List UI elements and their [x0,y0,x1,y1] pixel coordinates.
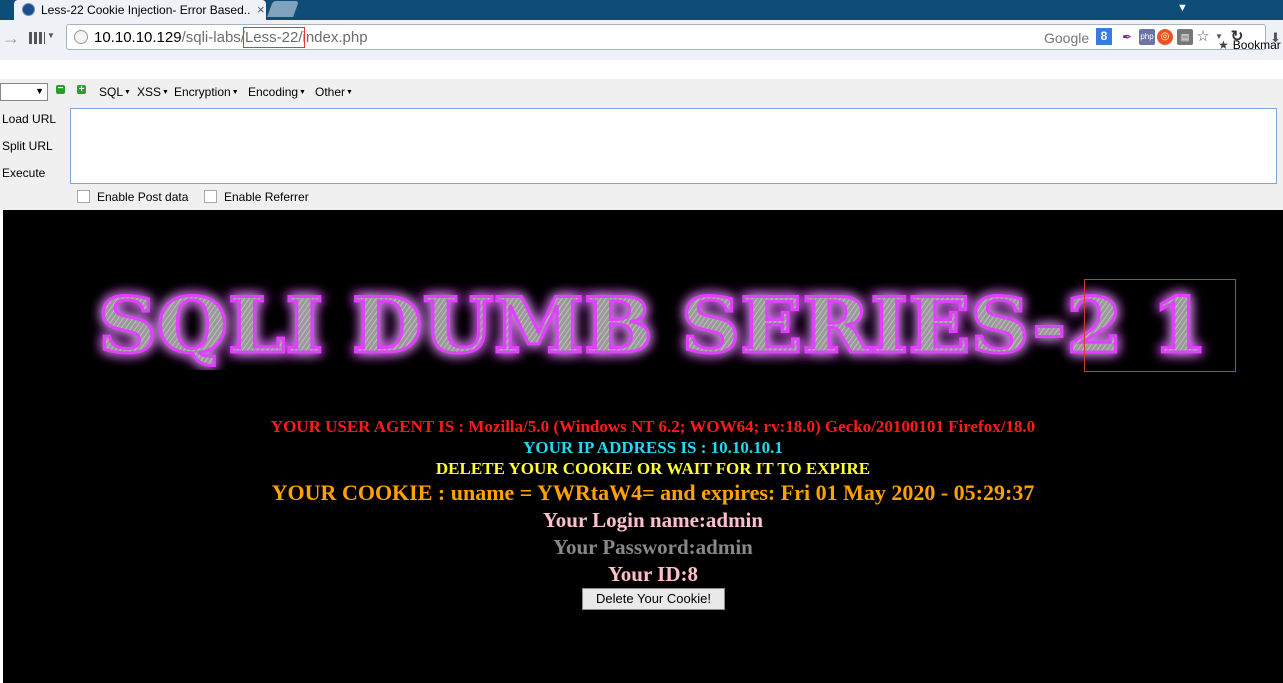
globe-icon [74,30,88,44]
navigation-bar: → ▼ 10.10.10.129/sqli-labs/Less-22/index… [0,20,1283,60]
url-host: 10.10.10.129 [94,29,182,46]
google-icon[interactable]: 8 [1096,28,1112,45]
hackbar-url-textarea[interactable] [70,108,1277,184]
star-icon[interactable]: ☆ [1195,29,1211,45]
split-url-button[interactable]: Split URL [2,139,53,153]
hackbar-select[interactable]: ▼ [0,83,48,101]
tab-active[interactable]: Less-22 Cookie Injection- Error Based...… [14,0,266,20]
banner-text: SQLI DUMB SERIES-2 1 [98,281,1208,370]
tab-strip: Less-22 Cookie Injection- Error Based...… [0,0,1283,20]
tab-title: Less-22 Cookie Injection- Error Based... [41,3,251,17]
user-id-text: Your ID:8 [607,562,699,586]
chevron-down-icon: ▼ [35,86,44,96]
bookmarks-label: Bookmar [1232,38,1281,52]
menu-other[interactable]: Other▼ [315,85,353,99]
tab-close-icon[interactable]: × [257,2,265,17]
enable-post-data-label: Enable Post data [97,190,189,204]
feather-icon[interactable]: ✒ [1119,29,1135,45]
delete-cookie-button[interactable]: Delete Your Cookie! [582,588,725,610]
enable-post-data-checkbox[interactable]: Enable Post data [77,190,188,204]
checkbox-box[interactable] [204,190,217,203]
login-name-text: Your Login name:admin [542,508,764,532]
search-engine-label[interactable]: Google [1044,30,1089,46]
password-text: Your Password:admin [553,535,753,559]
menu-other-label: Other [315,85,346,99]
checkbox-box[interactable] [77,190,90,203]
load-url-button[interactable]: Load URL [2,112,56,126]
enable-referrer-label: Enable Referrer [224,190,309,204]
bookmark-star-icon: ★ [1218,38,1229,52]
ubuntu-icon[interactable]: ◎ [1157,29,1173,45]
menu-sql[interactable]: SQL▼ [99,85,131,99]
delete-cookie-message: DELETE YOUR COOKIE OR WAIT FOR IT TO EXP… [435,459,871,478]
apps-icon[interactable] [29,32,45,44]
chevron-down-icon[interactable]: ▼ [47,31,55,40]
url-path-highlight: Less-22/ [242,27,305,48]
url-path-prefix: /sqli-labs/ [181,29,245,46]
menu-encoding[interactable]: Encoding▼ [248,85,306,99]
php-icon[interactable]: php [1139,29,1155,45]
plus-icon[interactable]: + [77,85,86,95]
url-path-rest: index.php [302,29,368,46]
menu-encryption[interactable]: Encryption▼ [174,85,239,99]
database-icon[interactable]: ▤ [1177,29,1193,45]
cookie-text: YOUR COOKIE : uname = YWRtaW4= and expir… [271,480,1035,505]
ip-address-text: YOUR IP ADDRESS IS : 10.10.10.1 [523,438,783,457]
menu-sql-label: SQL [99,85,124,99]
execute-button[interactable]: Execute [2,166,45,180]
forward-arrow-icon[interactable]: → [2,28,20,49]
menu-xss-label: XSS [137,85,162,99]
banner-highlight-box [1084,279,1236,372]
url-bar[interactable]: 10.10.10.129/sqli-labs/Less-22/index.php… [66,24,1266,50]
menu-xss[interactable]: XSS▼ [137,85,169,99]
enable-referrer-checkbox[interactable]: Enable Referrer [204,190,309,204]
user-agent-text: YOUR USER AGENT IS : Mozilla/5.0 (Window… [270,417,1036,436]
minus-icon[interactable]: − [56,84,65,94]
menu-encryption-label: Encryption [174,85,231,99]
tab-list-chevron-icon[interactable]: ▼ [1177,2,1188,14]
menu-encoding-label: Encoding [248,85,299,99]
url-text[interactable]: 10.10.10.129/sqli-labs/Less-22/index.php [94,27,368,48]
hackbar-panel: ▼ − + SQL▼ XSS▼ Encryption▼ Encoding▼ Ot… [0,79,1283,210]
page-content: SQLI DUMB SERIES-2 1 YOUR USER AGENT IS … [3,210,1283,683]
site-favicon-icon [22,3,35,16]
new-tab-button[interactable] [267,1,299,17]
bookmarks-button[interactable]: ★ Bookmar [1218,38,1281,52]
